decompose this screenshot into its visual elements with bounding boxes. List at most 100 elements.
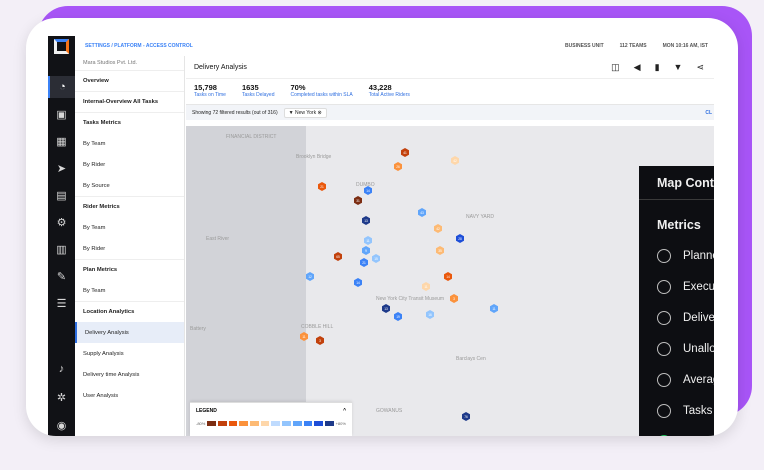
radio-button[interactable]	[657, 279, 671, 294]
settings-icon[interactable]: ⚙	[48, 211, 75, 233]
legend-swatch	[324, 421, 334, 426]
navigation-icon[interactable]: ➤	[48, 157, 75, 179]
hex-cell[interactable]: 65	[334, 252, 342, 261]
map-label: New York City Transit Museum	[376, 296, 445, 302]
hex-cell[interactable]: 43	[418, 208, 426, 217]
hex-cell[interactable]: 19	[394, 312, 402, 321]
teams-select[interactable]: 112 TEAMS	[620, 43, 647, 49]
hex-cell[interactable]: 31	[354, 196, 362, 205]
radio-button[interactable]	[657, 310, 671, 325]
map-label: Brooklyn Bridge	[296, 154, 332, 160]
sidebar-item[interactable]: Supply Analysis	[75, 343, 184, 364]
sidebar-item[interactable]: By Team	[75, 133, 184, 154]
legend-swatch	[218, 421, 227, 426]
map-label: East River	[206, 236, 230, 242]
bell-icon[interactable]: ♪	[48, 358, 75, 380]
hex-cell[interactable]: 11	[422, 282, 430, 291]
radio-button[interactable]	[657, 341, 671, 356]
database-icon[interactable]: ☰	[48, 292, 75, 314]
river-water	[186, 126, 306, 436]
hex-cell[interactable]: 14	[444, 272, 452, 281]
edit-icon[interactable]: ✎	[48, 265, 75, 287]
filter-chip[interactable]: ▼ New York ⊗	[283, 107, 327, 118]
breadcrumb[interactable]: SETTINGS / PLATFORM - ACCESS CONTROL	[85, 43, 193, 49]
gear-icon[interactable]: ✲	[48, 386, 75, 408]
metric-option[interactable]: Planned Orders	[639, 240, 714, 271]
hex-cell[interactable]: 26	[394, 162, 402, 171]
radio-button[interactable]	[657, 403, 671, 418]
app-window: ◔ ▣ ▦ ➤ ▤ ⚙ ▥ ✎ ☰ ♪ ✲ ◉ SETTINGS / PLATF…	[48, 36, 714, 436]
sidebar-item[interactable]: Overview	[75, 70, 184, 91]
metric-option[interactable]: Tasks Delayed	[639, 426, 714, 436]
map-controls-panel: Map Controls⌄ Metrics Planned OrdersExec…	[639, 166, 714, 436]
map-label: GOWANUS	[376, 408, 403, 414]
business-unit-select[interactable]: BUSINESS UNIT	[565, 43, 604, 49]
hex-cell[interactable]: 13	[382, 304, 390, 313]
legend-panel: LEGEND ^ -80% +80%	[190, 402, 352, 436]
sidebar-item[interactable]: By Rider	[75, 154, 184, 175]
hex-cell[interactable]: 12	[306, 272, 314, 281]
hex-cell[interactable]: 35	[436, 246, 444, 255]
filter-icon[interactable]: ▼	[674, 62, 683, 73]
main-panel: Delivery Analysis ◫ ◀ ▮ ▼ ⋖ 15,798 Tasks …	[186, 56, 714, 436]
sidebar-item[interactable]: By Rider	[75, 238, 184, 259]
share-icon[interactable]: ⋖	[696, 62, 704, 73]
sidebar-item[interactable]: Rider Metrics	[75, 196, 184, 217]
hex-cell[interactable]: 28	[456, 234, 464, 243]
metric-option[interactable]: Executed Orders	[639, 271, 714, 302]
sidebar-item[interactable]: By Source	[75, 175, 184, 196]
clear-filters[interactable]: CL	[705, 110, 712, 116]
map[interactable]: FINANCIAL DISTRICT Brooklyn Bridge DUMBO NA…	[186, 126, 714, 436]
document-icon[interactable]: ▤	[48, 184, 75, 206]
filter-bar: Showing 72 filtered results (out of 316)…	[186, 104, 714, 120]
analytics-icon[interactable]: ◔	[48, 76, 75, 98]
calendar-icon[interactable]: ▦	[48, 130, 75, 152]
bar-chart-icon[interactable]: ▮	[655, 62, 660, 73]
hex-cell[interactable]: 15	[372, 254, 380, 263]
box-icon[interactable]: ▣	[48, 103, 75, 125]
chevron-up-icon[interactable]: ^	[343, 408, 346, 414]
legend-swatch	[239, 421, 249, 426]
file-icon[interactable]: ▥	[48, 238, 75, 260]
hex-cell[interactable]: 3	[316, 336, 324, 345]
hex-cell[interactable]: 13	[362, 216, 370, 225]
hex-cell[interactable]: 3	[450, 294, 458, 303]
radio-button[interactable]	[657, 434, 671, 436]
datetime-display[interactable]: MON 10:16 AM, IST	[663, 43, 708, 49]
sidebar-item[interactable]: Location Analytics	[75, 301, 184, 322]
hex-cell[interactable]: 11	[364, 236, 372, 245]
nav-rail: ◔ ▣ ▦ ➤ ▤ ⚙ ▥ ✎ ☰ ♪ ✲ ◉	[48, 36, 75, 436]
hex-cell[interactable]: 14	[354, 278, 362, 287]
sidebar-item[interactable]: Plan Metrics	[75, 259, 184, 280]
map-label: COBBLE HILL	[301, 324, 334, 330]
megaphone-icon[interactable]: ◀	[634, 62, 641, 73]
metric-option[interactable]: Average Delivery Time	[639, 364, 714, 395]
hex-cell[interactable]: 42	[434, 224, 442, 233]
stat-card: 70% Completed tasks within SLA	[290, 83, 352, 100]
hex-cell[interactable]: 21	[318, 182, 326, 191]
columns-icon[interactable]: ◫	[611, 62, 620, 73]
legend-swatch	[207, 421, 217, 426]
user-icon[interactable]: ◉	[48, 414, 75, 436]
sidebar-item[interactable]: Delivery time Analysis	[75, 364, 184, 385]
hex-cell[interactable]: 16	[426, 310, 434, 319]
hex-cell[interactable]: 9	[362, 246, 370, 255]
hex-cell[interactable]: 76	[462, 412, 470, 421]
sidebar-item[interactable]: Delivery Analysis	[75, 322, 184, 343]
metric-label: Unallocated Orders	[683, 342, 714, 355]
metric-option[interactable]: Delivery Success %	[639, 302, 714, 333]
sidebar-item[interactable]: By Team	[75, 217, 184, 238]
sidebar-item[interactable]: Tasks Metrics	[75, 112, 184, 133]
hex-cell[interactable]: 42	[451, 156, 459, 165]
hex-cell[interactable]: 41	[401, 148, 409, 157]
hex-cell[interactable]: 21	[360, 258, 368, 267]
hex-cell[interactable]: 11	[490, 304, 498, 313]
legend-swatch	[250, 421, 259, 426]
radio-button[interactable]	[657, 248, 671, 263]
radio-button[interactable]	[657, 372, 671, 387]
metric-option[interactable]: Unallocated Orders	[639, 333, 714, 364]
sidebar-item[interactable]: User Analysis	[75, 385, 184, 406]
sidebar-item[interactable]: By Team	[75, 280, 184, 301]
sidebar-item[interactable]: Internal-Overview All Tasks	[75, 91, 184, 112]
metric-option[interactable]: Tasks on time	[639, 395, 714, 426]
